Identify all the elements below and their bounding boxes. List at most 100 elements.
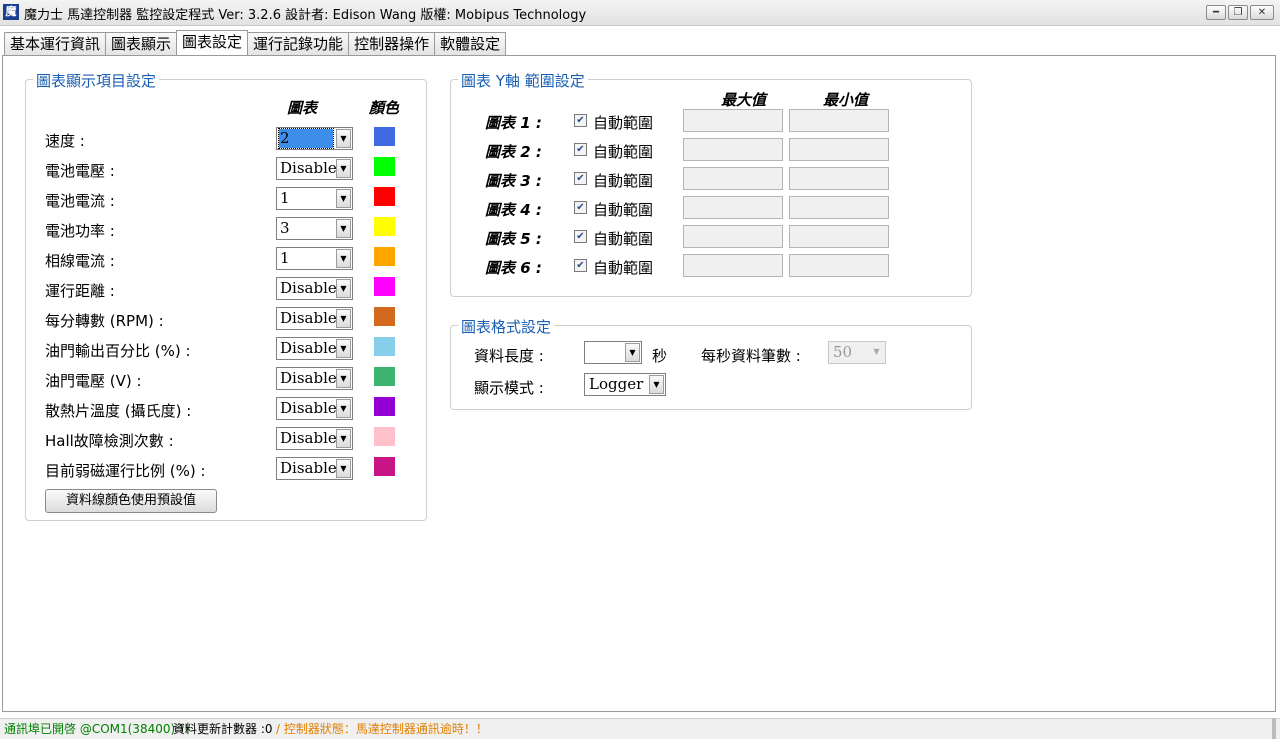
display-item-label: 相線電流 : — [45, 252, 115, 270]
display-item-label: 油門輸出百分比 (%) : — [45, 342, 191, 360]
chart-assign-value: Disable — [280, 429, 337, 447]
chevron-down-icon: ▼ — [336, 339, 351, 358]
chart-assign-value: Disable — [280, 459, 337, 477]
auto-range-label: 自動範圍 — [593, 201, 654, 219]
auto-range-checkbox[interactable]: ✔ — [574, 201, 587, 214]
chevron-down-icon: ▼ — [336, 279, 351, 298]
chevron-down-icon: ▼ — [336, 159, 351, 178]
auto-range-checkbox[interactable]: ✔ — [574, 172, 587, 185]
samples-per-second-value: 50 — [833, 343, 853, 361]
chart-assign-select[interactable]: 2 ▼ — [276, 127, 353, 150]
chart-assign-select[interactable]: Disable ▼ — [276, 427, 353, 450]
chevron-down-icon: ▼ — [336, 369, 351, 388]
chart-assign-select[interactable]: Disable ▼ — [276, 277, 353, 300]
samples-per-second-label: 每秒資料筆數 : — [701, 347, 801, 365]
max-value-input — [683, 167, 783, 190]
color-swatch[interactable] — [374, 307, 395, 326]
min-value-input — [789, 138, 889, 161]
close-icon[interactable]: ✕ — [1250, 5, 1274, 20]
auto-range-label: 自動範圍 — [593, 143, 654, 161]
auto-range-checkbox[interactable]: ✔ — [574, 114, 587, 127]
chart-assign-select[interactable]: Disable ▼ — [276, 397, 353, 420]
min-column-header: 最小值 — [823, 91, 869, 109]
color-swatch[interactable] — [374, 277, 395, 296]
color-swatch[interactable] — [374, 457, 395, 476]
color-swatch[interactable] — [374, 427, 395, 446]
update-counter-text: 資料更新計數器 :0 — [173, 722, 273, 736]
minimize-icon[interactable]: ━ — [1206, 5, 1226, 20]
chart-assign-select[interactable]: Disable ▼ — [276, 307, 353, 330]
chevron-down-icon: ▼ — [336, 429, 351, 448]
display-mode-label: 顯示模式 : — [474, 379, 544, 397]
chart-assign-value: Disable — [280, 339, 337, 357]
display-mode-select[interactable]: Logger ▼ — [584, 373, 666, 396]
tab-controller-operation[interactable]: 控制器操作 — [348, 32, 436, 55]
auto-range-checkbox[interactable]: ✔ — [574, 230, 587, 243]
tab-strip: 基本運行資訊 圖表顯示 圖表設定 運行記錄功能 控制器操作 軟體設定 — [4, 30, 507, 55]
tab-software-settings[interactable]: 軟體設定 — [434, 32, 507, 55]
tab-chart-display[interactable]: 圖表顯示 — [105, 32, 178, 55]
chart-assign-value: Disable — [280, 279, 337, 297]
display-item-label: Hall故障檢測次數 : — [45, 432, 174, 450]
chart-assign-value: Disable — [280, 309, 337, 327]
display-item-label: 每分轉數 (RPM) : — [45, 312, 164, 330]
min-value-input — [789, 167, 889, 190]
display-item-row: Hall故障檢測次數 : Disable ▼ — [26, 427, 426, 451]
y-range-row: 圖表 5 : ✔ 自動範圍 — [451, 225, 971, 249]
data-length-select[interactable]: ▼ — [584, 341, 642, 364]
auto-range-checkbox[interactable]: ✔ — [574, 259, 587, 272]
chart-name-label: 圖表 4 : — [485, 201, 542, 219]
tab-logging[interactable]: 運行記錄功能 — [247, 32, 350, 55]
chart-name-label: 圖表 6 : — [485, 259, 542, 277]
color-swatch[interactable] — [374, 247, 395, 266]
max-column-header: 最大值 — [721, 91, 767, 109]
resize-grip[interactable] — [1272, 718, 1276, 739]
display-item-row: 油門輸出百分比 (%) : Disable ▼ — [26, 337, 426, 361]
chevron-down-icon: ▼ — [336, 309, 351, 328]
color-column-header: 顏色 — [369, 99, 400, 117]
display-item-row: 每分轉數 (RPM) : Disable ▼ — [26, 307, 426, 331]
app-icon: 魔 — [3, 4, 19, 20]
chart-column-header: 圖表 — [287, 99, 318, 117]
chart-assign-select[interactable]: 1 ▼ — [276, 187, 353, 210]
chevron-down-icon: ▼ — [336, 189, 351, 208]
reset-colors-button[interactable]: 資料線顏色使用預設值 — [45, 489, 217, 513]
y-range-row: 圖表 3 : ✔ 自動範圍 — [451, 167, 971, 191]
chart-assign-select[interactable]: Disable ▼ — [276, 157, 353, 180]
y-axis-range-title: 圖表 Y軸 範圍設定 — [458, 70, 588, 91]
max-value-input — [683, 109, 783, 132]
min-value-input — [789, 254, 889, 277]
chart-name-label: 圖表 5 : — [485, 230, 542, 248]
color-swatch[interactable] — [374, 187, 395, 206]
color-swatch[interactable] — [374, 127, 395, 146]
chart-assign-value: 2 — [278, 128, 334, 149]
chart-assign-select[interactable]: Disable ▼ — [276, 367, 353, 390]
display-item-label: 電池電壓 : — [45, 162, 115, 180]
color-swatch[interactable] — [374, 397, 395, 416]
display-item-row: 油門電壓 (V) : Disable ▼ — [26, 367, 426, 391]
data-length-label: 資料長度 : — [474, 347, 544, 365]
display-item-label: 電池功率 : — [45, 222, 115, 240]
chart-assign-select[interactable]: 3 ▼ — [276, 217, 353, 240]
color-swatch[interactable] — [374, 217, 395, 236]
color-swatch[interactable] — [374, 337, 395, 356]
chevron-down-icon: ▼ — [336, 219, 351, 238]
min-value-input — [789, 109, 889, 132]
chart-assign-select[interactable]: Disable ▼ — [276, 337, 353, 360]
color-swatch[interactable] — [374, 157, 395, 176]
tab-chart-settings[interactable]: 圖表設定 — [176, 30, 249, 55]
y-axis-range-group: 圖表 Y軸 範圍設定 最大值 最小值 圖表 1 : ✔ 自動範圍 圖表 2 : ✔ 自動範… — [450, 70, 972, 297]
chart-name-label: 圖表 2 : — [485, 143, 542, 161]
chevron-down-icon: ▼ — [336, 459, 351, 478]
chart-assign-select[interactable]: 1 ▼ — [276, 247, 353, 270]
auto-range-checkbox[interactable]: ✔ — [574, 143, 587, 156]
auto-range-label: 自動範圍 — [593, 259, 654, 277]
chevron-down-icon: ▼ — [336, 129, 351, 148]
color-swatch[interactable] — [374, 367, 395, 386]
tab-basic-info[interactable]: 基本運行資訊 — [4, 32, 107, 55]
chart-assign-value: 1 — [280, 249, 290, 267]
restore-icon[interactable]: ❐ — [1228, 5, 1248, 20]
y-range-row: 圖表 6 : ✔ 自動範圍 — [451, 254, 971, 278]
chart-assign-select[interactable]: Disable ▼ — [276, 457, 353, 480]
chart-assign-value: Disable — [280, 399, 337, 417]
